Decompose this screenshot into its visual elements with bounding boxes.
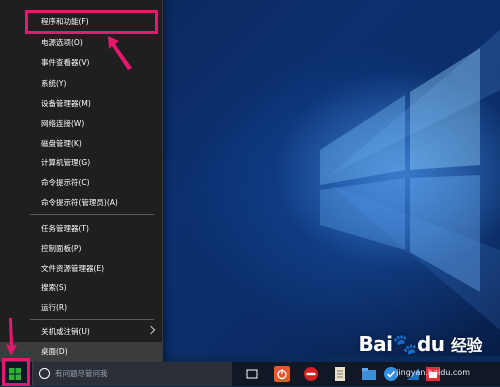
- taskbar-search-box[interactable]: 有问题尽管问我: [32, 362, 232, 386]
- menu-item-label: 事件查看器(V): [41, 58, 90, 67]
- menu-item-task-manager[interactable]: 任务管理器(T): [0, 219, 162, 239]
- menu-item-label: 命令提示符(管理员)(A): [41, 198, 118, 207]
- menu-item-label: 运行(R): [41, 303, 68, 312]
- menu-item-label: 控制面板(P): [41, 244, 82, 253]
- menu-item-disk-management[interactable]: 磁盘管理(K): [0, 134, 162, 154]
- winx-context-menu: 程序和功能(F) 电源选项(O) 事件查看器(V) 系统(Y) 设备管理器(M)…: [0, 0, 163, 362]
- menu-item-label: 命令提示符(C): [41, 178, 90, 187]
- menu-item-file-explorer[interactable]: 文件资源管理器(E): [0, 259, 162, 279]
- menu-item-label: 关机或注销(U): [41, 327, 90, 336]
- menu-item-label: 网络连接(W): [41, 119, 85, 128]
- menu-item-command-prompt[interactable]: 命令提示符(C): [0, 173, 162, 193]
- menu-item-power-options[interactable]: 电源选项(O): [0, 33, 162, 53]
- folder-app-icon[interactable]: [361, 366, 377, 382]
- menu-item-device-manager[interactable]: 设备管理器(M): [0, 94, 162, 114]
- menu-separator: [30, 214, 154, 215]
- menu-item-label: 设备管理器(M): [41, 99, 91, 108]
- menu-item-system[interactable]: 系统(Y): [0, 74, 162, 94]
- menu-item-search[interactable]: 搜索(S): [0, 278, 162, 298]
- menu-item-computer-management[interactable]: 计算机管理(G): [0, 153, 162, 173]
- menu-item-label: 计算机管理(G): [41, 158, 91, 167]
- task-view-icon[interactable]: [244, 366, 260, 382]
- baidu-watermark-logo: Bai🐾du 经验: [358, 332, 482, 356]
- annotation-arrow-icon: [108, 36, 132, 70]
- menu-item-label: 电源选项(O): [41, 38, 83, 47]
- menu-item-label: 搜索(S): [41, 283, 67, 292]
- menu-item-label: 桌面(D): [41, 347, 68, 356]
- menu-item-network-connections[interactable]: 网络连接(W): [0, 114, 162, 134]
- menu-item-shutdown-signout[interactable]: 关机或注销(U): [0, 322, 162, 342]
- baidu-watermark-url: jingyan.baidu.com: [396, 368, 470, 377]
- menu-item-command-prompt-admin[interactable]: 命令提示符(管理员)(A): [0, 193, 162, 213]
- menu-item-label: 磁盘管理(K): [41, 139, 82, 148]
- menu-item-control-panel[interactable]: 控制面板(P): [0, 239, 162, 259]
- search-placeholder: 有问题尽管问我: [55, 369, 108, 378]
- menu-item-label: 任务管理器(T): [41, 224, 89, 233]
- annotation-highlight-box: [25, 10, 158, 34]
- cortana-icon: [39, 368, 50, 379]
- no-entry-app-icon[interactable]: [303, 366, 319, 382]
- power-app-icon[interactable]: [274, 366, 290, 382]
- menu-item-event-viewer[interactable]: 事件查看器(V): [0, 53, 162, 73]
- menu-item-label: 系统(Y): [41, 79, 67, 88]
- menu-item-label: 文件资源管理器(E): [41, 264, 105, 273]
- menu-item-run[interactable]: 运行(R): [0, 298, 162, 318]
- annotation-down-arrow-icon: [6, 318, 17, 356]
- annotation-start-box: [2, 358, 30, 386]
- notepad-app-icon[interactable]: [332, 366, 348, 382]
- chevron-right-icon: [146, 325, 156, 335]
- menu-separator: [30, 319, 154, 320]
